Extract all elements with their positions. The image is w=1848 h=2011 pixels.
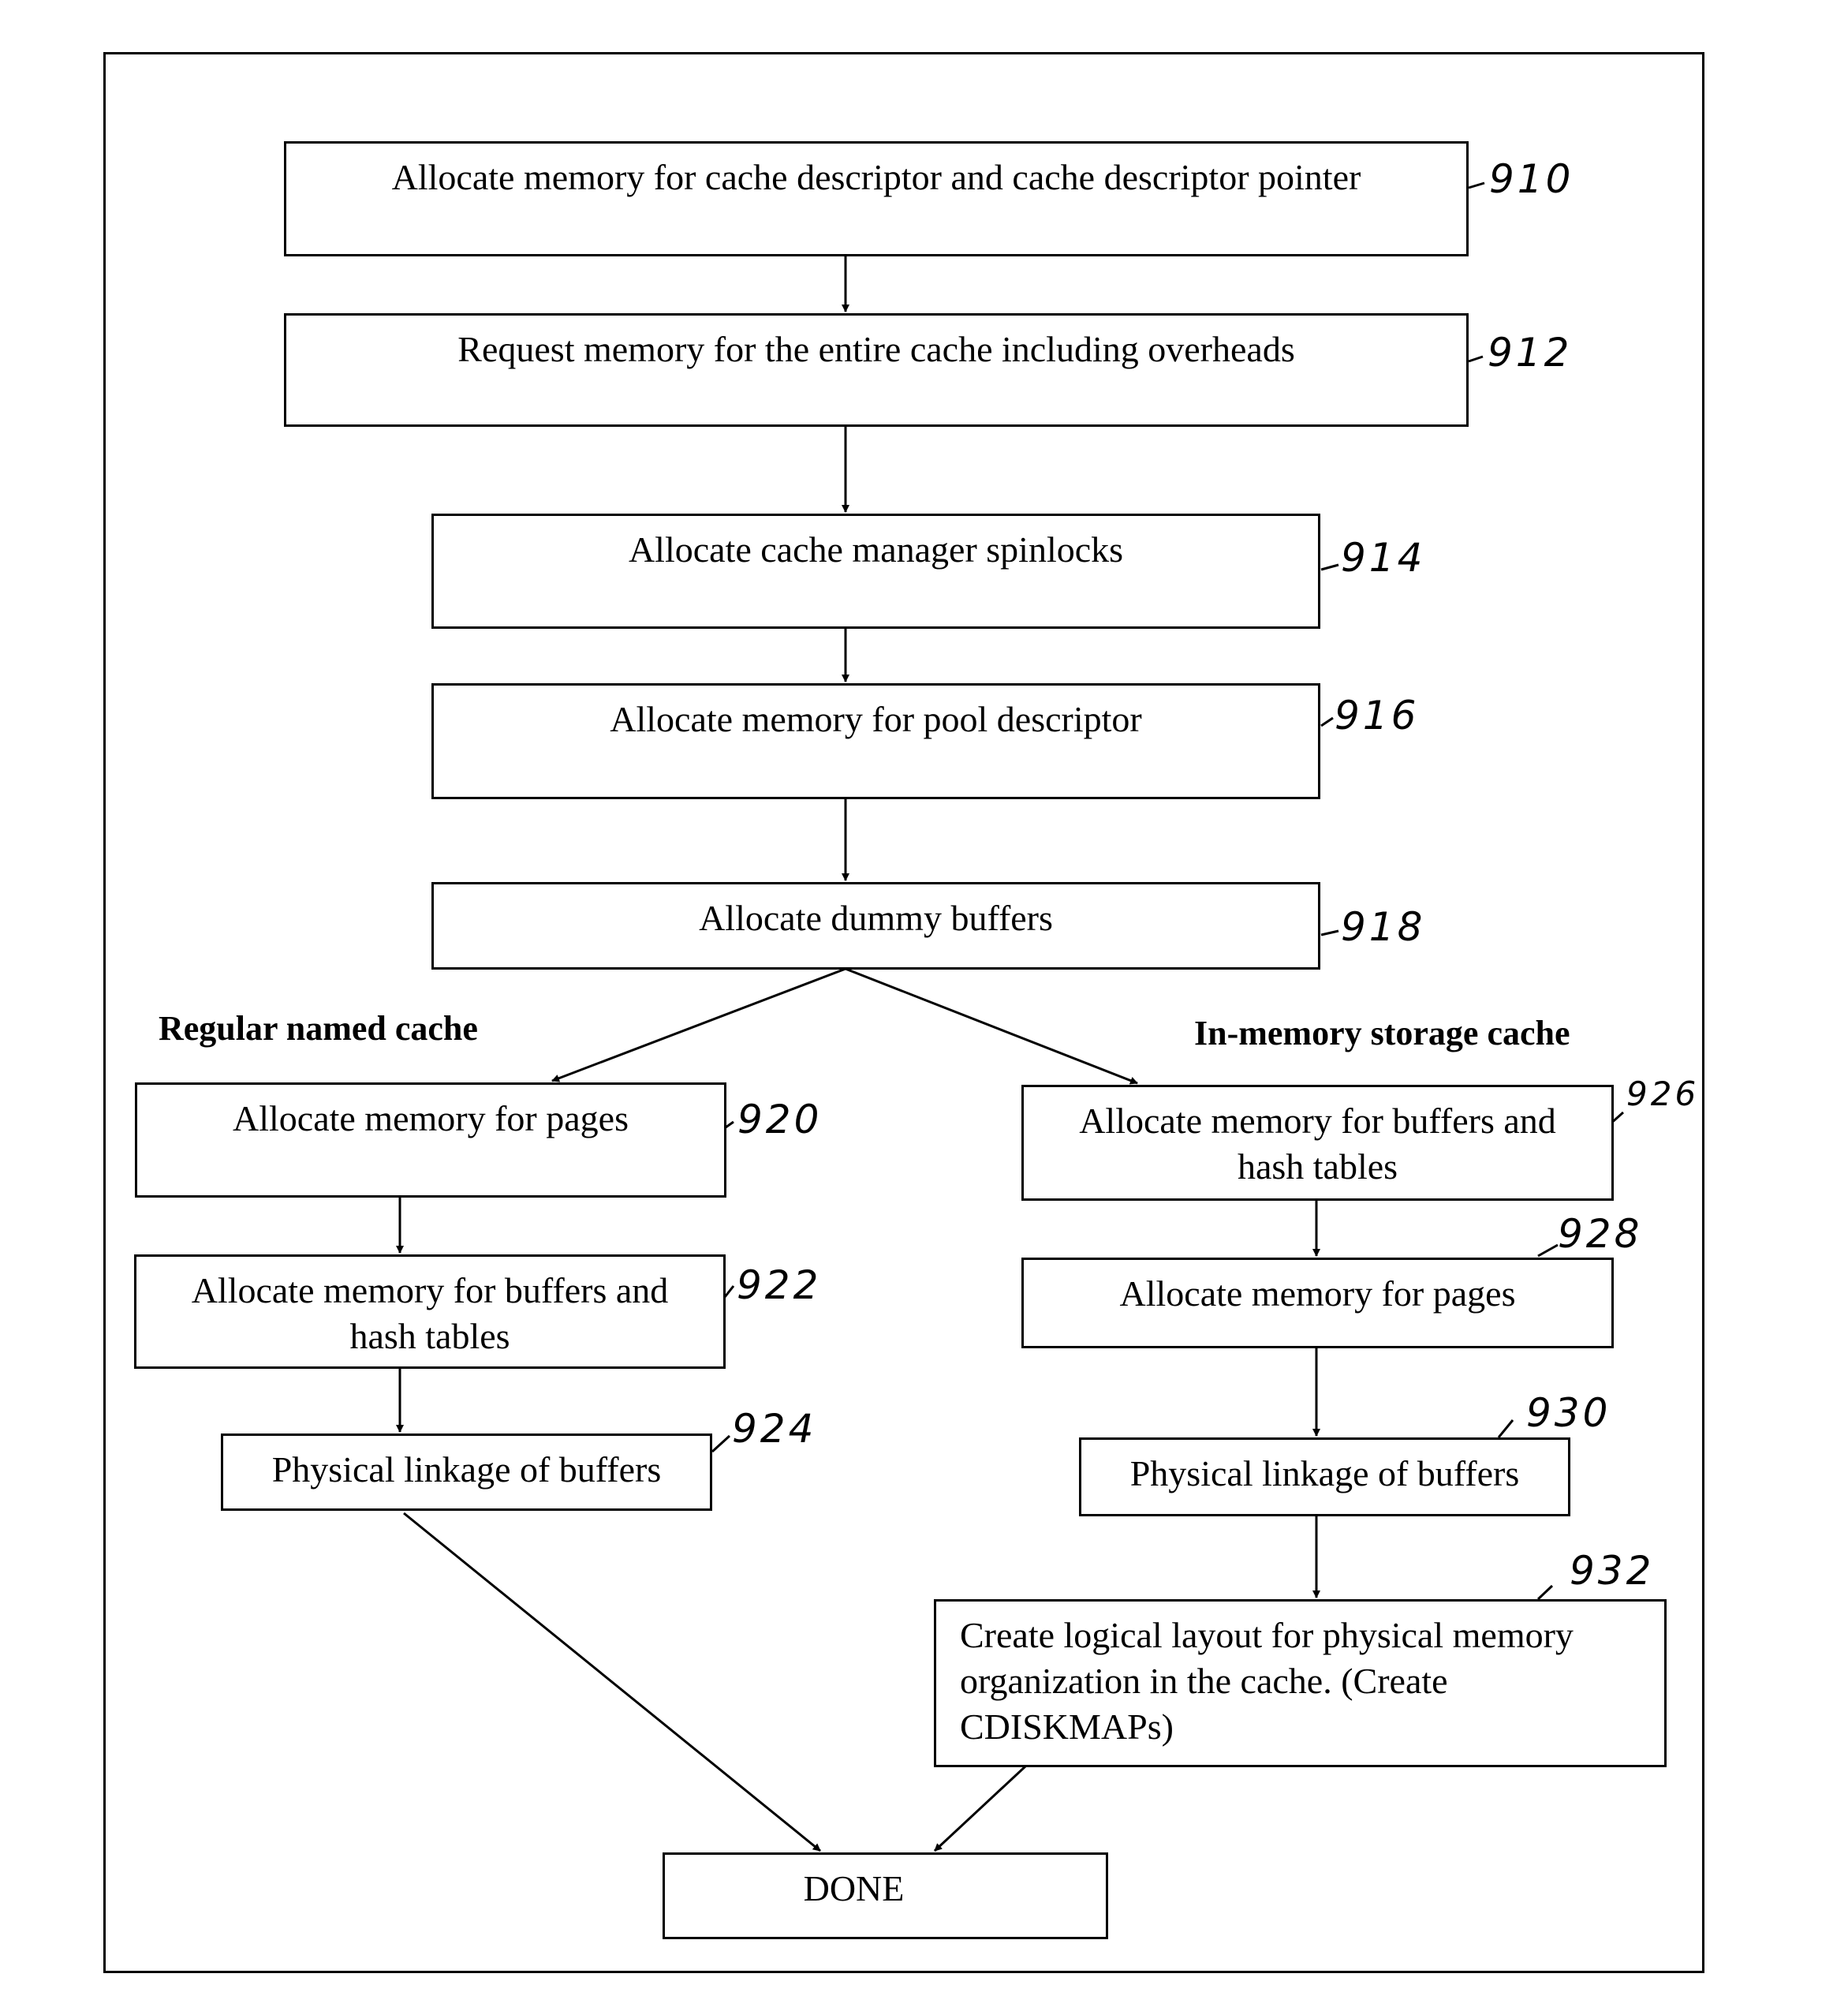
step-924-box: Physical linkage of buffers bbox=[221, 1433, 712, 1511]
step-912-text: Request memory for the entire cache incl… bbox=[457, 329, 1295, 369]
ref-912: 912 bbox=[1488, 330, 1573, 376]
step-922-box: Allocate memory for buffers and hash tab… bbox=[134, 1254, 726, 1369]
step-918-text: Allocate dummy buffers bbox=[699, 898, 1053, 938]
ref-926: 926 bbox=[1626, 1075, 1700, 1113]
step-926-text: Allocate memory for buffers and hash tab… bbox=[1079, 1101, 1556, 1187]
step-922-text: Allocate memory for buffers and hash tab… bbox=[191, 1270, 669, 1356]
step-930-box: Physical linkage of buffers bbox=[1079, 1437, 1570, 1516]
step-916-box: Allocate memory for pool descriptor bbox=[431, 683, 1320, 799]
step-918-box: Allocate dummy buffers bbox=[431, 882, 1320, 970]
step-932-text: Create logical layout for physical memor… bbox=[960, 1615, 1574, 1747]
step-930-text: Physical linkage of buffers bbox=[1129, 1453, 1520, 1493]
ref-916: 916 bbox=[1335, 693, 1420, 738]
branch-label-in-memory-storage-cache: In-memory storage cache bbox=[1194, 1014, 1570, 1052]
step-914-text: Allocate cache manager spinlocks bbox=[628, 529, 1124, 570]
ref-910: 910 bbox=[1489, 156, 1574, 202]
step-928-box: Allocate memory for pages bbox=[1021, 1258, 1614, 1348]
step-924-text: Physical linkage of buffers bbox=[271, 1449, 662, 1490]
ref-920: 920 bbox=[737, 1097, 823, 1142]
ref-922: 922 bbox=[737, 1262, 822, 1308]
done-text: DONE bbox=[803, 1868, 905, 1908]
ref-924: 924 bbox=[732, 1406, 817, 1452]
flowchart-canvas: Allocate memory for cache descriptor and… bbox=[0, 0, 1848, 2011]
ref-914: 914 bbox=[1341, 535, 1426, 581]
step-928-text: Allocate memory for pages bbox=[1119, 1273, 1516, 1314]
step-912-box: Request memory for the entire cache incl… bbox=[284, 313, 1469, 427]
branch-label-regular-named-cache: Regular named cache bbox=[159, 1009, 478, 1048]
step-920-box: Allocate memory for pages bbox=[135, 1082, 726, 1198]
ref-930: 930 bbox=[1526, 1390, 1611, 1436]
ref-932: 932 bbox=[1570, 1548, 1655, 1594]
step-914-box: Allocate cache manager spinlocks bbox=[431, 514, 1320, 629]
ref-918: 918 bbox=[1341, 904, 1426, 950]
step-910-text: Allocate memory for cache descriptor and… bbox=[391, 157, 1361, 197]
step-920-text: Allocate memory for pages bbox=[233, 1098, 629, 1138]
ref-928: 928 bbox=[1558, 1211, 1643, 1257]
step-916-text: Allocate memory for pool descriptor bbox=[610, 699, 1142, 739]
step-932-box: Create logical layout for physical memor… bbox=[934, 1599, 1667, 1767]
done-box: DONE bbox=[663, 1852, 1108, 1939]
step-910-box: Allocate memory for cache descriptor and… bbox=[284, 141, 1469, 256]
step-926-box: Allocate memory for buffers and hash tab… bbox=[1021, 1085, 1614, 1201]
